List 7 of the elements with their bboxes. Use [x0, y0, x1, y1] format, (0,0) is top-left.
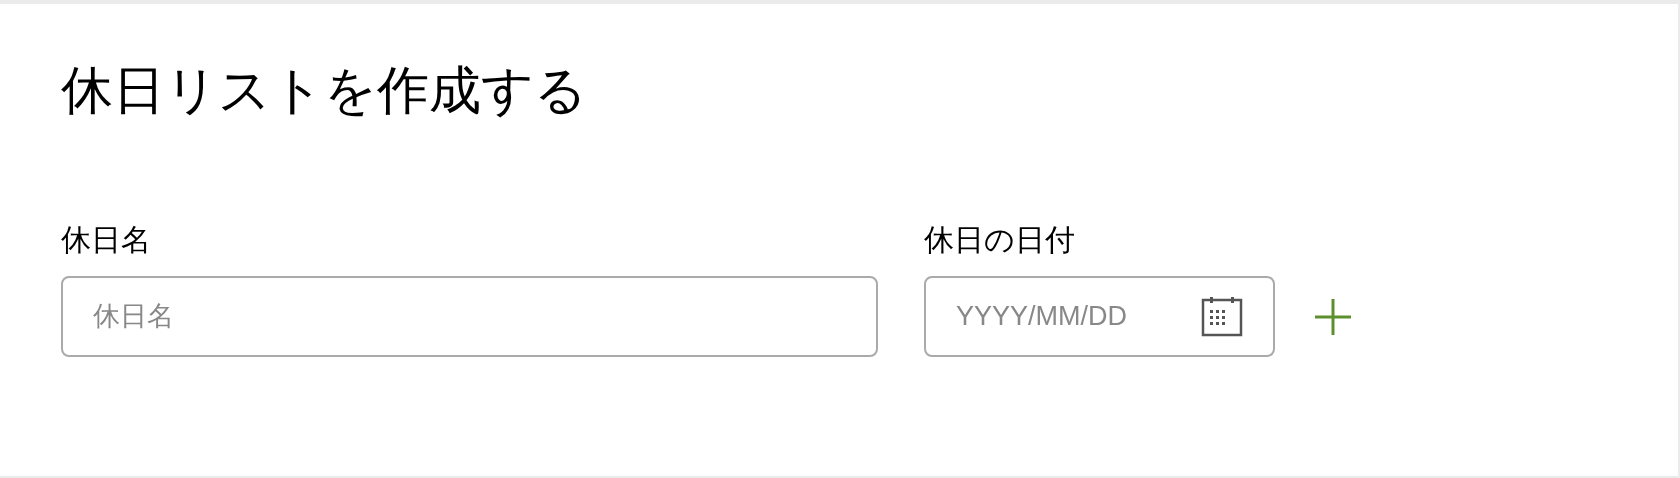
add-icon[interactable] — [1313, 297, 1353, 337]
page-title: 休日リストを作成する — [61, 60, 587, 121]
calendar-icon[interactable] — [1201, 295, 1243, 337]
input-field[interactable]: 休日名 — [61, 276, 878, 357]
field-label: 休日の日付 — [924, 222, 1075, 258]
field-label: 休日名 — [61, 222, 151, 258]
date-field[interactable]: YYYY/MM/DD — [924, 276, 1275, 357]
